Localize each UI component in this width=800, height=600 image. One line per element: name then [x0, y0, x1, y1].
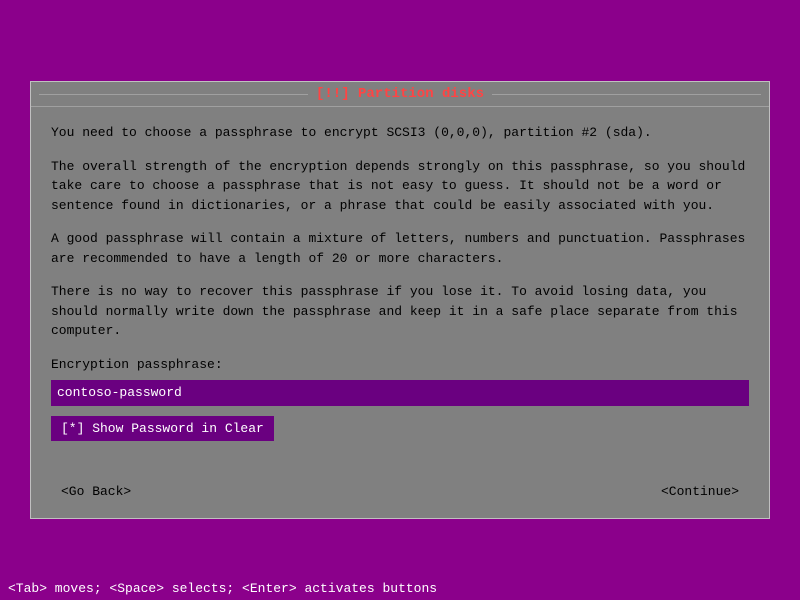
dialog-body: You need to choose a passphrase to encry… — [31, 107, 769, 473]
passphrase-value: contoso-password — [57, 385, 182, 400]
titlebar-line-left — [39, 94, 308, 95]
paragraph-1: You need to choose a passphrase to encry… — [51, 123, 749, 143]
screen: [!!] Partition disks You need to choose … — [0, 0, 800, 600]
titlebar-line-right — [492, 94, 761, 95]
go-back-button[interactable]: <Go Back> — [51, 481, 141, 502]
dialog-title: [!!] Partition disks — [308, 86, 492, 102]
passphrase-label: Encryption passphrase: — [51, 355, 749, 375]
dialog-footer: <Go Back> <Continue> — [31, 473, 769, 518]
show-password-button[interactable]: [*] Show Password in Clear — [51, 416, 274, 442]
paragraph-2: The overall strength of the encryption d… — [51, 157, 749, 216]
bottom-bar: <Tab> moves; <Space> selects; <Enter> ac… — [0, 577, 800, 600]
paragraph-3: A good passphrase will contain a mixture… — [51, 229, 749, 268]
dialog-titlebar: [!!] Partition disks — [31, 82, 769, 107]
bottom-bar-text: <Tab> moves; <Space> selects; <Enter> ac… — [8, 581, 437, 596]
paragraph-4: There is no way to recover this passphra… — [51, 282, 749, 341]
continue-button[interactable]: <Continue> — [651, 481, 749, 502]
dialog: [!!] Partition disks You need to choose … — [30, 81, 770, 519]
passphrase-input[interactable]: contoso-password — [51, 380, 749, 406]
